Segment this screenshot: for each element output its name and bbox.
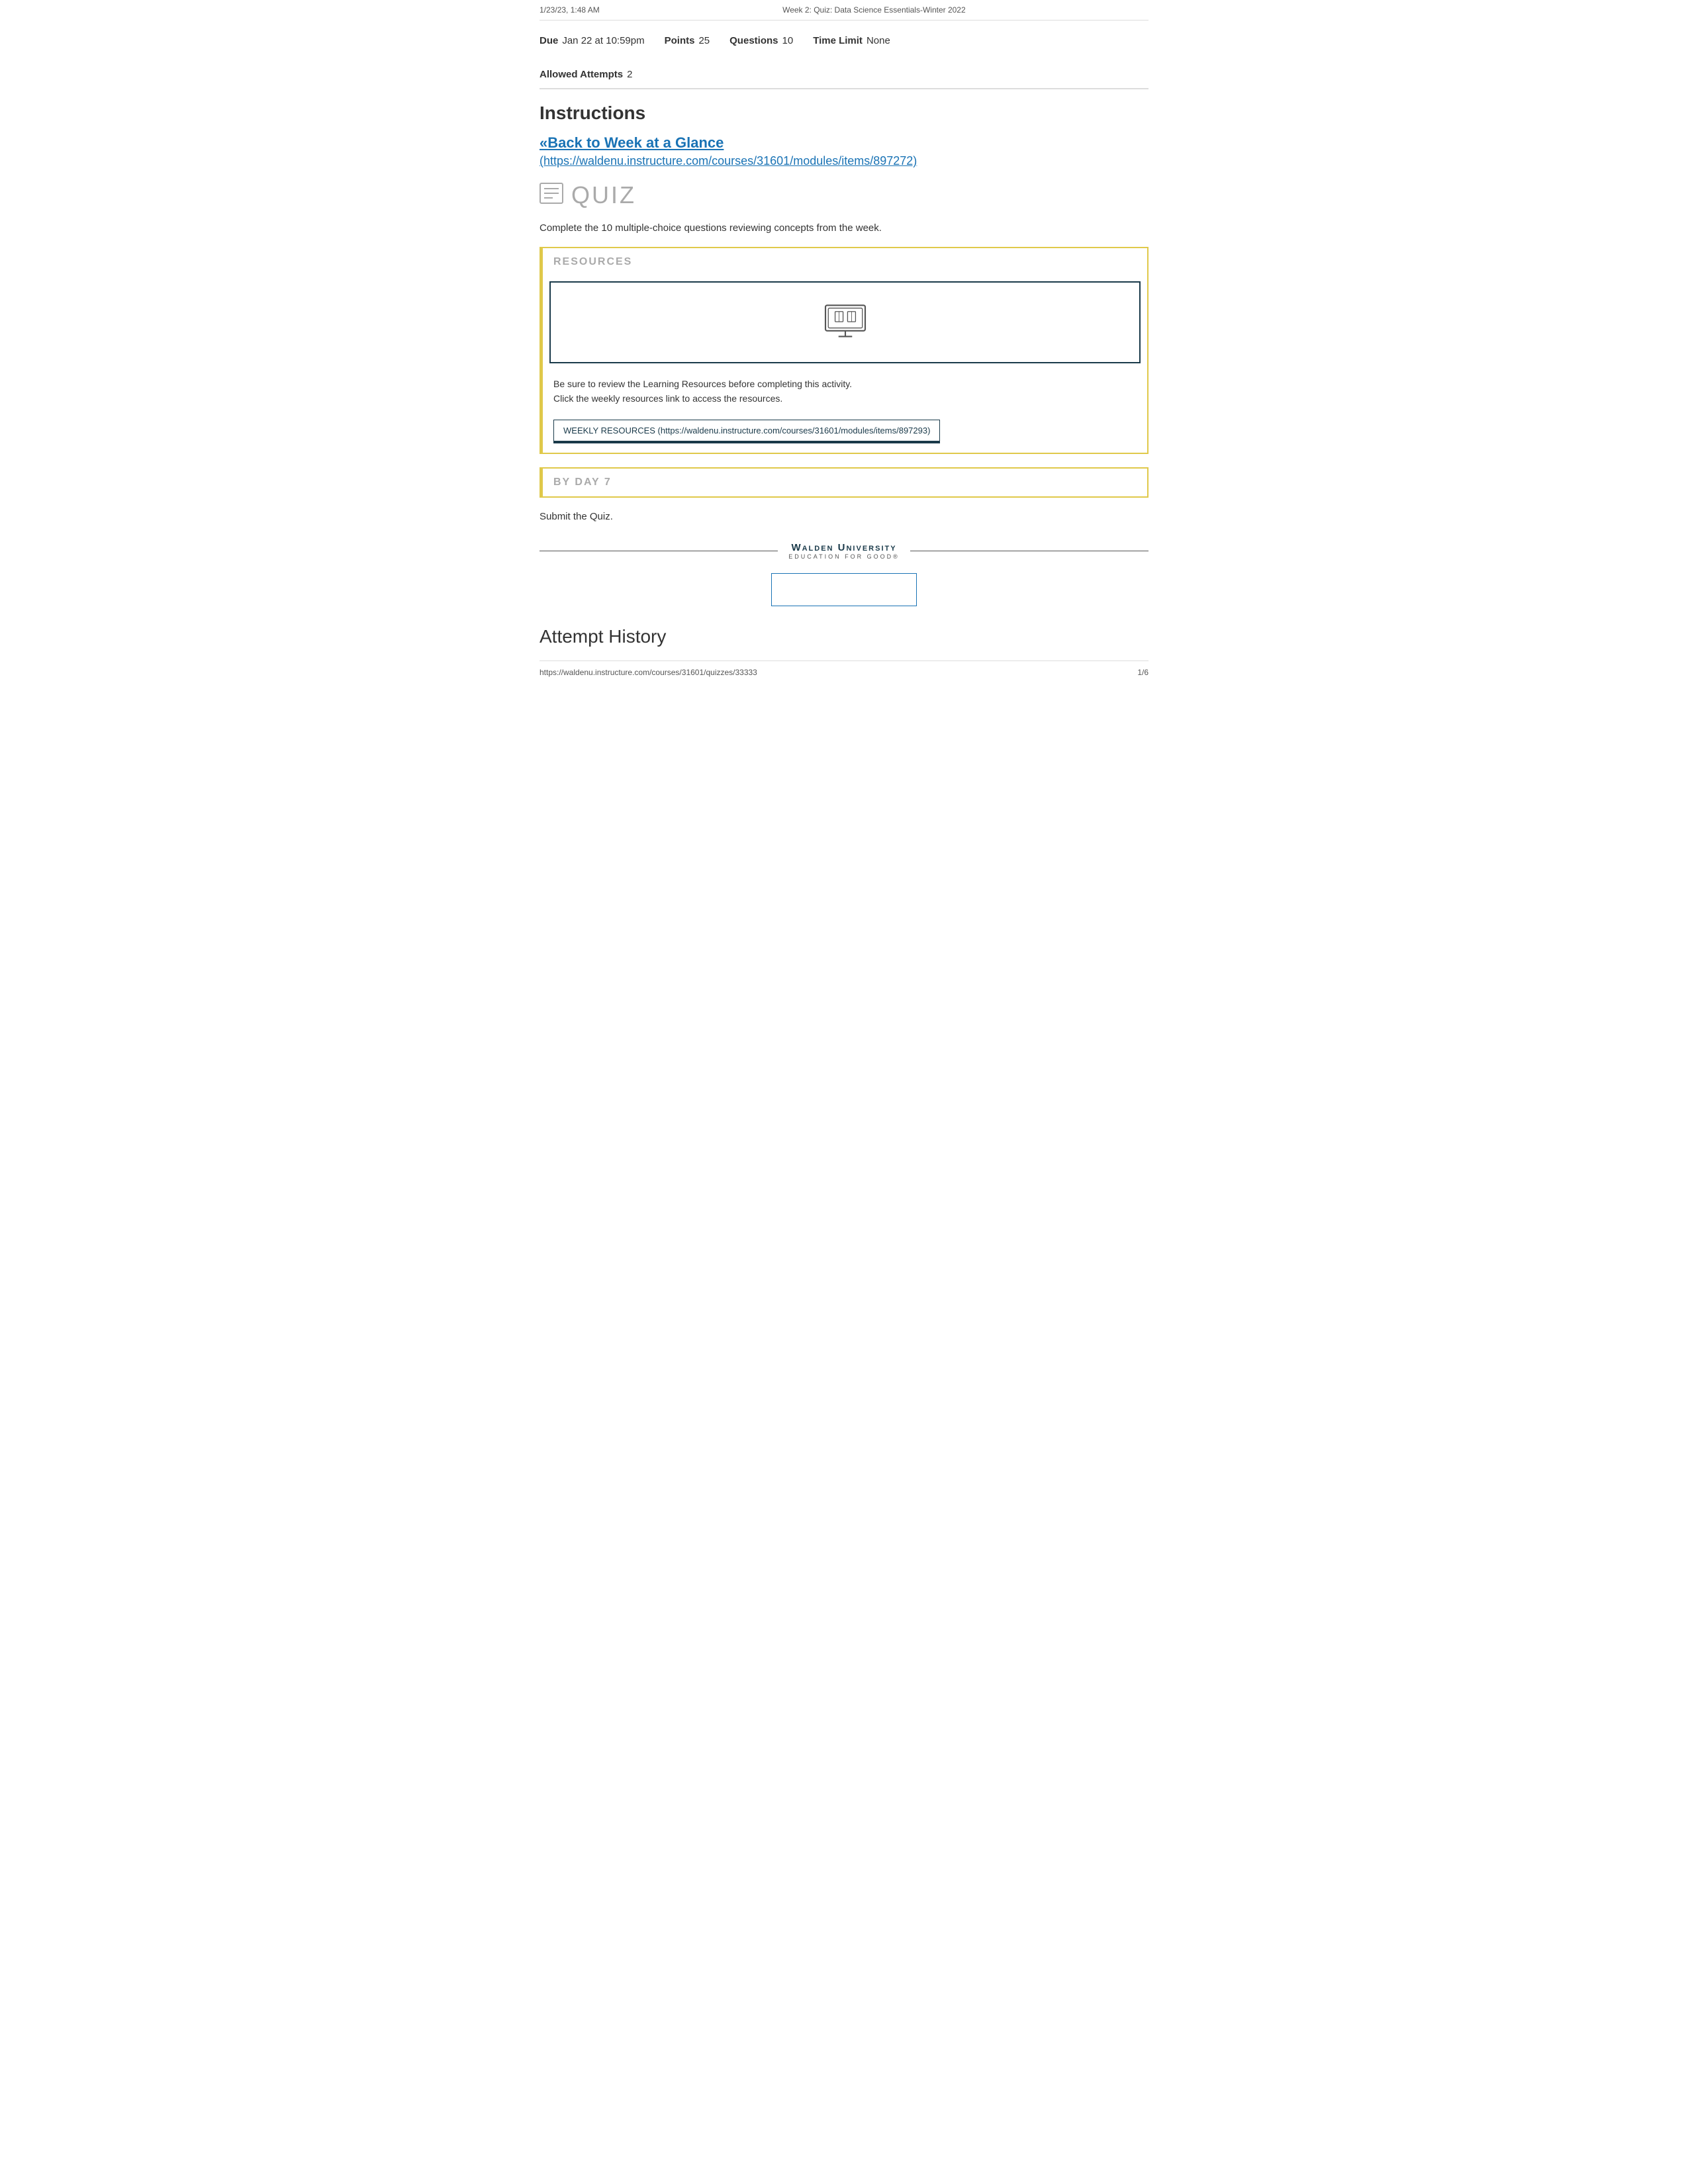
time-limit-item: Time Limit None: [813, 35, 890, 46]
back-link-text: «Back to Week at a Glance: [539, 134, 724, 151]
monitor-book-icon: [822, 302, 868, 342]
resources-inner-box: [549, 281, 1141, 363]
resources-line2: Click the weekly resources link to acces…: [553, 391, 1137, 406]
footer-url: https://waldenu.instructure.com/courses/…: [539, 668, 757, 677]
walden-footer: Walden University Education for Good®: [539, 542, 1149, 560]
walden-name: Walden University: [788, 542, 899, 553]
browser-page-title: Week 2: Quiz: Data Science Essentials-Wi…: [782, 5, 966, 15]
allowed-attempts-row: Allowed Attempts 2: [539, 69, 1149, 80]
instructions-heading: Instructions: [539, 103, 1149, 124]
by-day-header: BY DAY 7: [543, 469, 1147, 496]
allowed-label: Allowed Attempts: [539, 69, 623, 80]
footer-page-number: 1/6: [1137, 668, 1149, 677]
resources-header: RESOURCES: [543, 248, 1147, 276]
time-limit-value: None: [867, 35, 890, 46]
resources-text: Be sure to review the Learning Resources…: [543, 369, 1147, 414]
browser-bar: 1/23/23, 1:48 AM Week 2: Quiz: Data Scie…: [539, 0, 1149, 21]
points-value: 25: [698, 35, 710, 46]
quiz-description: Complete the 10 multiple-choice question…: [539, 222, 1149, 234]
points-item: Points 25: [665, 35, 710, 46]
resources-line1: Be sure to review the Learning Resources…: [553, 377, 1137, 391]
points-label: Points: [665, 35, 695, 46]
resources-section: RESOURCES Be sure to review the Learning…: [539, 247, 1149, 454]
questions-item: Questions 10: [729, 35, 793, 46]
weekly-resources-link[interactable]: WEEKLY RESOURCES (https://waldenu.instru…: [553, 420, 940, 443]
back-link[interactable]: «Back to Week at a Glance: [539, 134, 1149, 152]
back-link-url: (https://waldenu.instructure.com/courses…: [539, 154, 1149, 168]
due-value: Jan 22 at 10:59pm: [562, 35, 644, 46]
due-item: Due Jan 22 at 10:59pm: [539, 35, 645, 46]
walden-logo: Walden University Education for Good®: [788, 542, 899, 560]
quiz-icon-row: QUIZ: [539, 181, 1149, 209]
meta-bar: Due Jan 22 at 10:59pm Points 25 Question…: [539, 27, 1149, 89]
quiz-list-icon: [539, 183, 563, 208]
time-limit-label: Time Limit: [813, 35, 863, 46]
submit-text: Submit the Quiz.: [539, 511, 1149, 522]
allowed-value: 2: [627, 69, 632, 80]
questions-label: Questions: [729, 35, 778, 46]
weekly-resources-link-text: WEEKLY RESOURCES (https://waldenu.instru…: [563, 426, 930, 435]
by-day-section: BY DAY 7: [539, 467, 1149, 498]
allowed-item: Allowed Attempts 2: [539, 69, 632, 80]
due-label: Due: [539, 35, 558, 46]
browser-timestamp: 1/23/23, 1:48 AM: [539, 5, 600, 15]
questions-value: 10: [782, 35, 794, 46]
quiz-title: QUIZ: [571, 181, 636, 209]
footer-url-bar: https://waldenu.instructure.com/courses/…: [539, 660, 1149, 684]
walden-tagline: Education for Good®: [788, 553, 899, 560]
take-quiz-button[interactable]: [771, 573, 917, 606]
attempt-history-heading: Attempt History: [539, 626, 1149, 647]
